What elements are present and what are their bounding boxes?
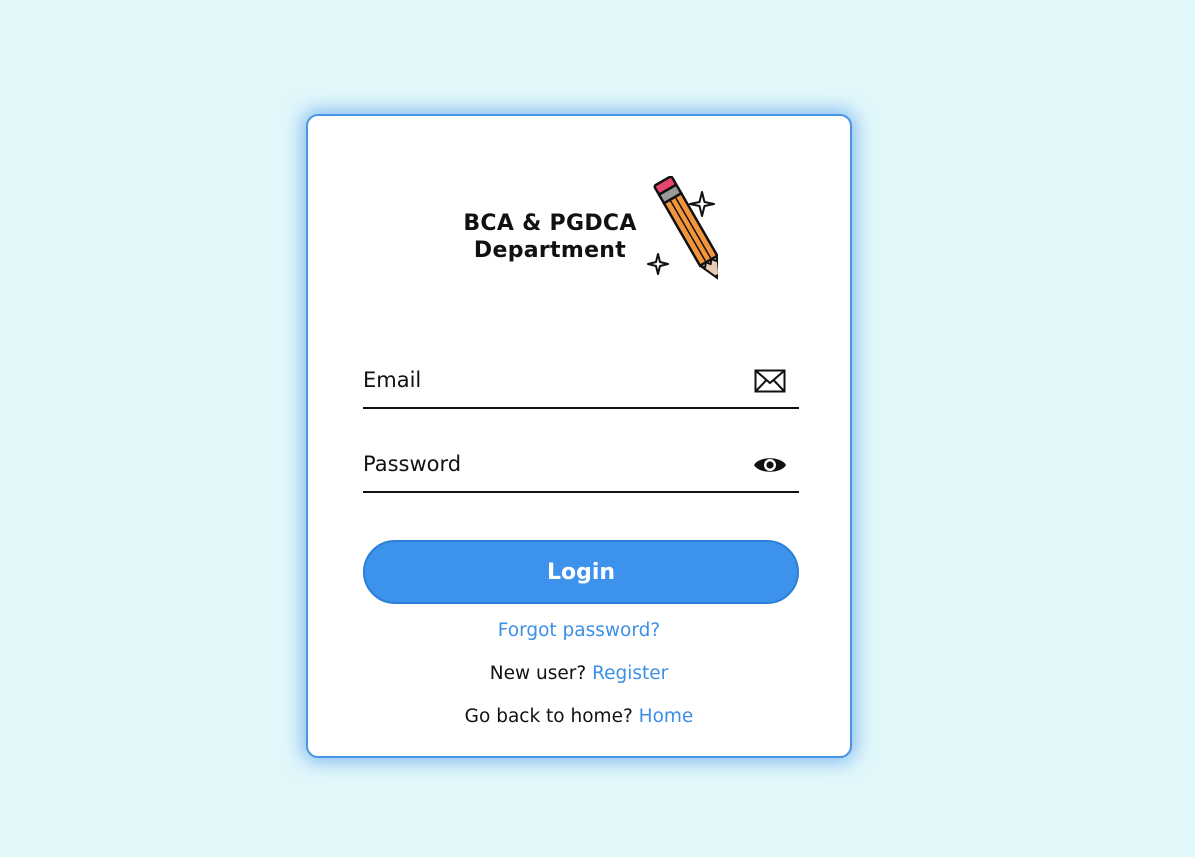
department-logo: BCA & PGDCA Department [448, 174, 718, 304]
login-card: BCA & PGDCA Department Email Login Forgo… [306, 114, 852, 758]
envelope-icon [753, 366, 787, 396]
logo-text: BCA & PGDCA Department [452, 210, 648, 264]
register-row: New user? Register [308, 663, 850, 684]
register-link[interactable]: Register [592, 663, 668, 684]
password-field-wrapper [363, 441, 799, 493]
eye-icon[interactable] [753, 450, 787, 480]
home-link[interactable]: Home [639, 706, 694, 727]
forgot-password-link[interactable]: Forgot password? [498, 620, 660, 641]
forgot-password-row: Forgot password? [308, 620, 850, 641]
email-field-wrapper [363, 357, 799, 409]
logo-line-2: Department [473, 238, 627, 263]
home-row: Go back to home? Home [308, 706, 850, 727]
pencil-icon [647, 176, 718, 281]
password-input[interactable] [363, 447, 743, 481]
login-button[interactable]: Login [363, 540, 799, 604]
logo-line-1: BCA & PGDCA [463, 211, 637, 236]
email-input[interactable] [363, 363, 743, 397]
home-prompt: Go back to home? [464, 706, 633, 727]
register-prompt: New user? [489, 663, 587, 684]
